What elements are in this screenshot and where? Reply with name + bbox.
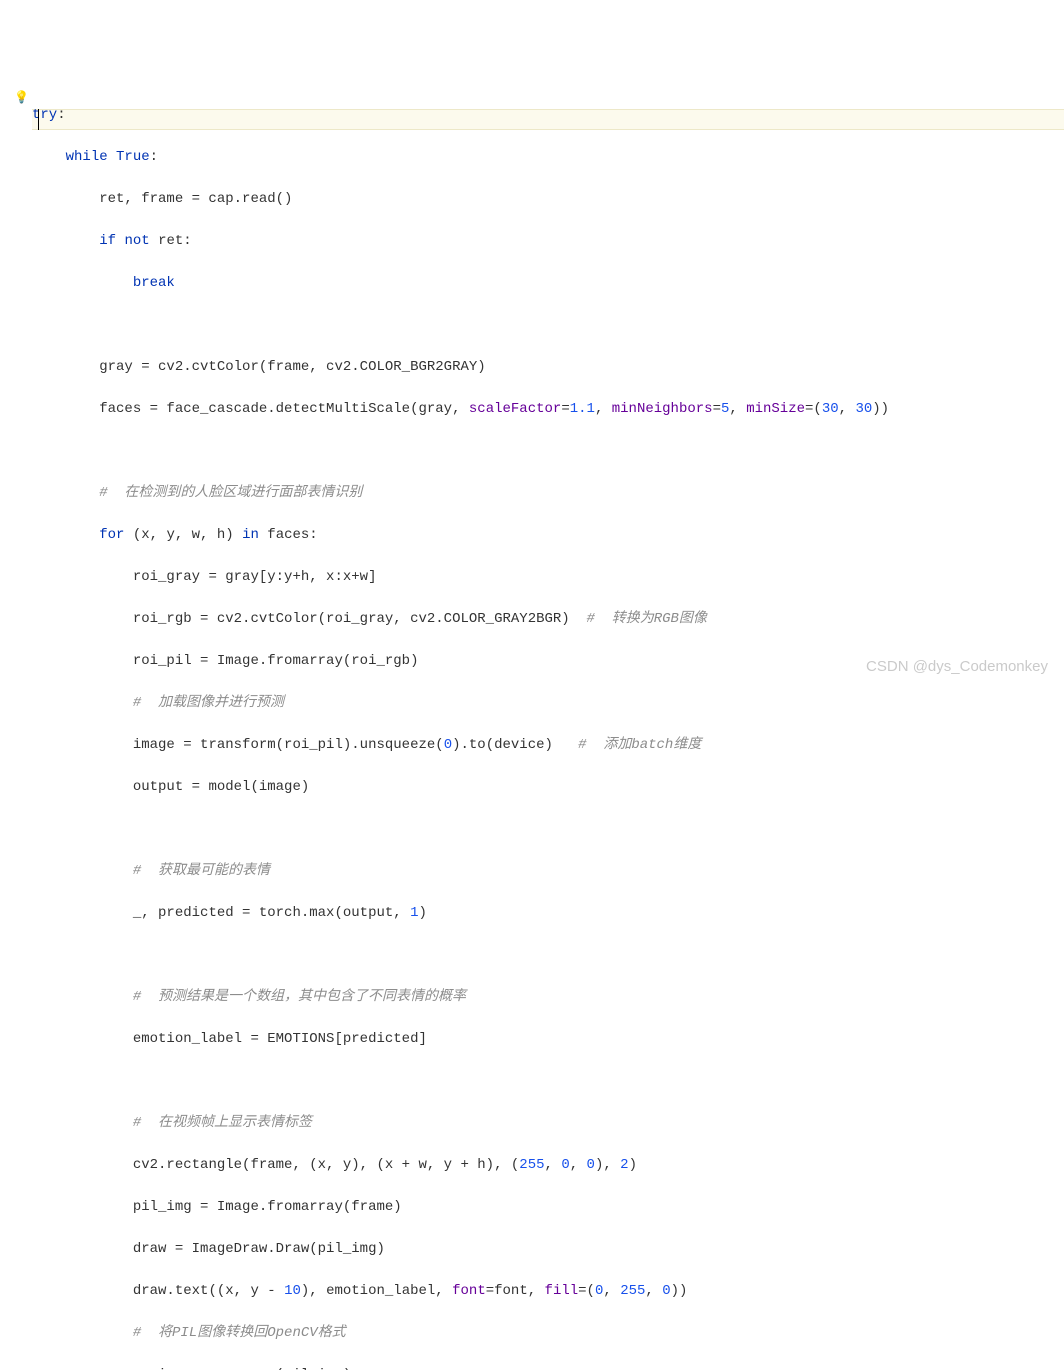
code-line	[32, 1071, 1064, 1092]
code-line: draw.text((x, y - 10), emotion_label, fo…	[32, 1281, 1064, 1302]
code-line: emotion_label = EMOTIONS[predicted]	[32, 1029, 1064, 1050]
watermark: CSDN @dys_Codemonkey	[866, 656, 1048, 677]
code-line: faces = face_cascade.detectMultiScale(gr…	[32, 399, 1064, 420]
lightbulb-icon: 💡	[14, 88, 29, 109]
code-line: for (x, y, w, h) in faces:	[32, 525, 1064, 546]
code-line: _, predicted = torch.max(output, 1)	[32, 903, 1064, 924]
code-line: try:	[32, 105, 1064, 126]
code-line	[32, 441, 1064, 462]
code-line: # 在检测到的人脸区域进行面部表情识别	[32, 483, 1064, 504]
code-line: # 将PIL图像转换回OpenCV格式	[32, 1323, 1064, 1344]
code-content: try: while True: ret, frame = cap.read()…	[32, 84, 1064, 1370]
gutter: 💡	[0, 0, 32, 685]
cursor	[38, 109, 39, 130]
code-line: roi_rgb = cv2.cvtColor(roi_gray, cv2.COL…	[32, 609, 1064, 630]
code-line	[32, 315, 1064, 336]
code-line: if not ret:	[32, 231, 1064, 252]
code-line	[32, 945, 1064, 966]
code-line: draw = ImageDraw.Draw(pil_img)	[32, 1239, 1064, 1260]
code-line: ret, frame = cap.read()	[32, 189, 1064, 210]
code-line: cv_img = np.array(pil_img)	[32, 1365, 1064, 1370]
code-line: image = transform(roi_pil).unsqueeze(0).…	[32, 735, 1064, 756]
code-line: cv2.rectangle(frame, (x, y), (x + w, y +…	[32, 1155, 1064, 1176]
code-line: break	[32, 273, 1064, 294]
code-line: pil_img = Image.fromarray(frame)	[32, 1197, 1064, 1218]
code-line: gray = cv2.cvtColor(frame, cv2.COLOR_BGR…	[32, 357, 1064, 378]
code-line: output = model(image)	[32, 777, 1064, 798]
code-line: # 在视频帧上显示表情标签	[32, 1113, 1064, 1134]
code-line: # 加载图像并进行预测	[32, 693, 1064, 714]
code-editor[interactable]: 💡 try: while True: ret, frame = cap.read…	[0, 0, 1064, 685]
code-line: # 预测结果是一个数组，其中包含了不同表情的概率	[32, 987, 1064, 1008]
code-area[interactable]: try: while True: ret, frame = cap.read()…	[32, 0, 1064, 685]
code-line	[32, 819, 1064, 840]
code-line: roi_gray = gray[y:y+h, x:x+w]	[32, 567, 1064, 588]
code-line: while True:	[32, 147, 1064, 168]
code-line: # 获取最可能的表情	[32, 861, 1064, 882]
